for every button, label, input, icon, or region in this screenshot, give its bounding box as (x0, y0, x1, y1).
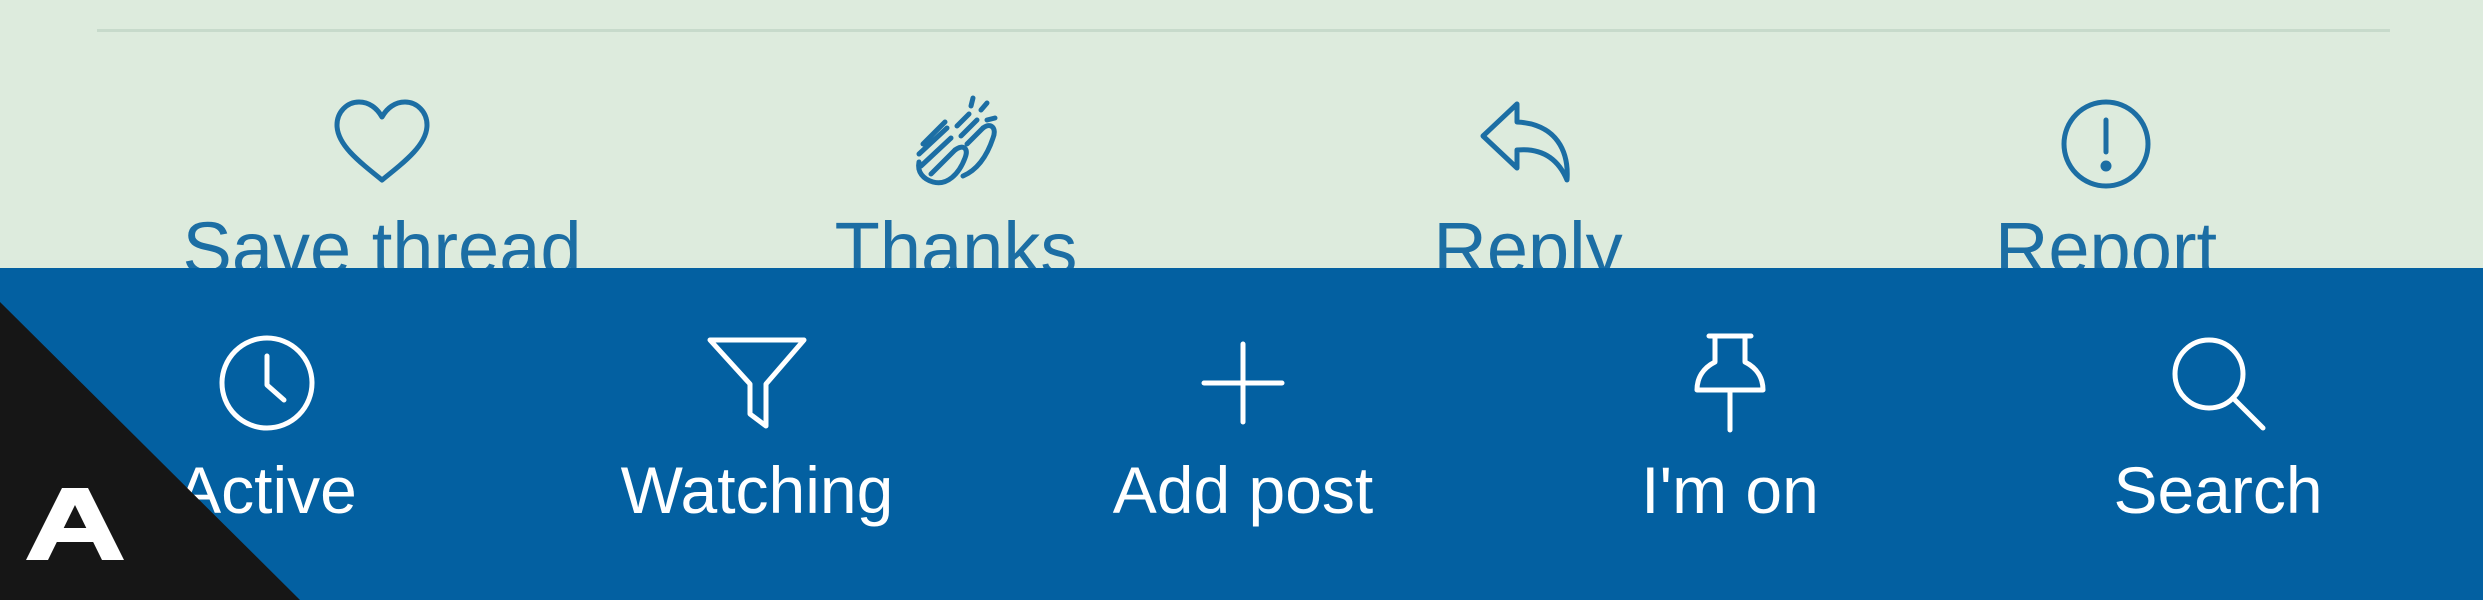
thanks-button[interactable]: Thanks (776, 92, 1136, 268)
bottom-navigation-bar: Active Watching Add post I'm on Search (0, 268, 2483, 600)
clock-icon (212, 328, 322, 438)
reply-button[interactable]: Reply (1348, 92, 1708, 268)
heart-icon (327, 92, 437, 202)
report-button[interactable]: Report (1926, 92, 2286, 268)
nav-item-active[interactable]: Active (57, 328, 477, 568)
nav-label-search: Search (2113, 453, 2323, 527)
app-root: Save thread Thanks Reply Report Active W… (0, 0, 2483, 600)
plus-icon (1188, 328, 1298, 438)
nav-label-active: Active (177, 453, 357, 527)
pushpin-icon (1675, 328, 1785, 438)
report-label: Report (1994, 207, 2218, 268)
nav-label-im-on: I'm on (1641, 453, 1819, 527)
post-action-bar: Save thread Thanks Reply Report (0, 0, 2483, 268)
nav-item-add-post[interactable]: Add post (1033, 328, 1453, 568)
nav-item-search[interactable]: Search (2008, 328, 2428, 568)
nav-label-add-post: Add post (1112, 453, 1374, 527)
exclamation-circle-icon (2051, 92, 2161, 202)
nav-item-watching[interactable]: Watching (547, 328, 967, 568)
divider (97, 29, 2390, 32)
save-thread-label: Save thread (182, 207, 582, 268)
thanks-label: Thanks (834, 207, 1078, 268)
nav-item-im-on[interactable]: I'm on (1520, 328, 1940, 568)
reply-label: Reply (1433, 207, 1623, 268)
search-icon (2163, 328, 2273, 438)
nav-label-watching: Watching (620, 453, 894, 527)
reply-arrow-icon (1473, 92, 1583, 202)
filter-funnel-icon (702, 328, 812, 438)
save-thread-button[interactable]: Save thread (182, 92, 582, 268)
clapping-hands-icon (901, 92, 1011, 202)
